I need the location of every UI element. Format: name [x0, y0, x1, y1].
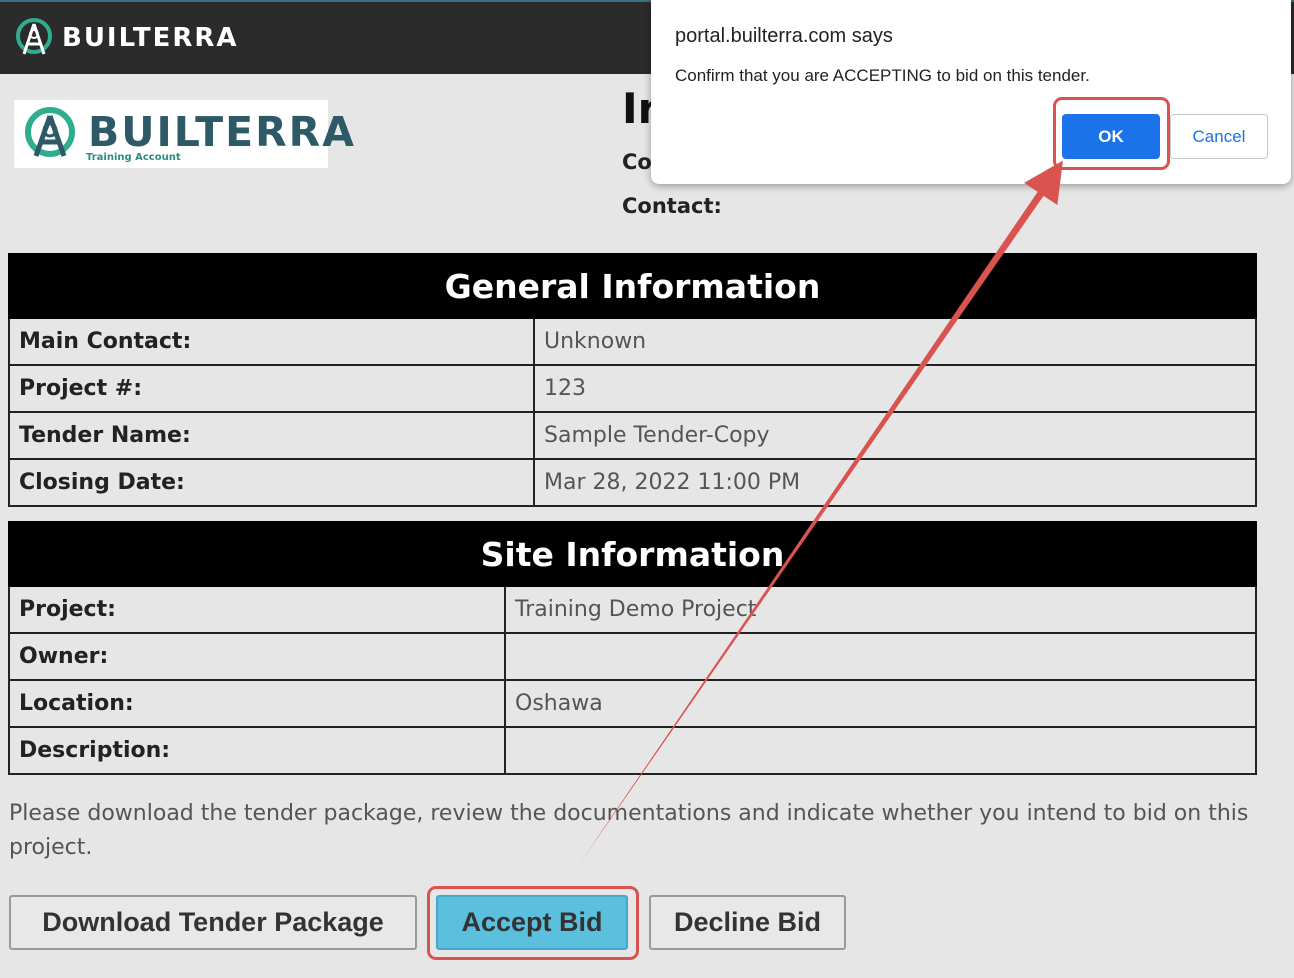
owner-value	[504, 632, 1257, 681]
general-information-heading: General Information	[8, 253, 1257, 319]
download-tender-package-button[interactable]: Download Tender Package	[9, 895, 417, 950]
description-label: Description:	[8, 726, 506, 775]
confirm-dialog: portal.builterra.com says Confirm that y…	[651, 0, 1291, 184]
logo-brand-name: BUILTERRA	[88, 108, 356, 156]
main-contact-value: Unknown	[533, 317, 1257, 366]
project-number-label: Project #:	[8, 364, 535, 413]
decline-bid-button[interactable]: Decline Bid	[649, 895, 846, 950]
table-row: Project #: 123	[8, 364, 1257, 413]
project-number-value: 123	[533, 364, 1257, 413]
accept-bid-highlight	[427, 886, 639, 960]
company-logo: BUILTERRA Training Account	[14, 100, 354, 168]
topbar-brand-name: BUILTERRA	[62, 23, 239, 53]
topbar-logo[interactable]: BUILTERRA	[14, 14, 239, 62]
contact-label: Contact:	[622, 194, 722, 218]
location-label: Location:	[8, 679, 506, 728]
table-row: Owner:	[8, 632, 1257, 681]
site-information-heading: Site Information	[8, 521, 1257, 587]
closing-date-value: Mar 28, 2022 11:00 PM	[533, 458, 1257, 507]
table-row: Tender Name: Sample Tender-Copy	[8, 411, 1257, 460]
table-row: Closing Date: Mar 28, 2022 11:00 PM	[8, 458, 1257, 507]
table-row: Main Contact: Unknown	[8, 317, 1257, 366]
company-label: Co	[622, 150, 652, 174]
project-value: Training Demo Project	[504, 585, 1257, 634]
tender-name-value: Sample Tender-Copy	[533, 411, 1257, 460]
description-value	[504, 726, 1257, 775]
table-row: Project: Training Demo Project	[8, 585, 1257, 634]
table-row: Location: Oshawa	[8, 679, 1257, 728]
dialog-title: portal.builterra.com says	[675, 25, 893, 47]
dialog-message: Confirm that you are ACCEPTING to bid on…	[675, 66, 1090, 85]
logo-subtitle: Training Account	[86, 152, 181, 163]
builterra-logo-icon	[16, 18, 52, 55]
location-value: Oshawa	[504, 679, 1257, 728]
ok-button-highlight	[1053, 97, 1170, 170]
closing-date-label: Closing Date:	[8, 458, 535, 507]
builterra-emblem-icon	[25, 107, 75, 157]
instruction-text: Please download the tender package, revi…	[9, 801, 1249, 860]
main-contact-label: Main Contact:	[8, 317, 535, 366]
table-row: Description:	[8, 726, 1257, 775]
general-information-table: General Information Main Contact: Unknow…	[8, 253, 1257, 507]
dialog-cancel-button[interactable]: Cancel	[1170, 114, 1268, 159]
owner-label: Owner:	[8, 632, 506, 681]
tender-name-label: Tender Name:	[8, 411, 535, 460]
site-information-table: Site Information Project: Training Demo …	[8, 521, 1257, 775]
project-label: Project:	[8, 585, 506, 634]
